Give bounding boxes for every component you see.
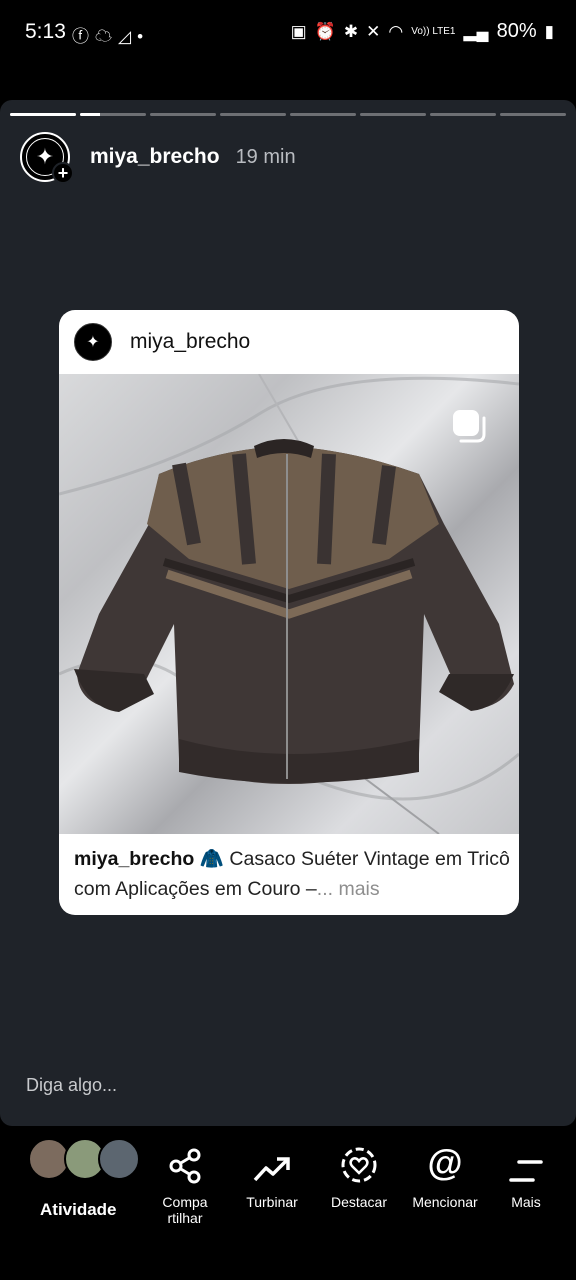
story-time: 19 min [235, 145, 296, 168]
progress-segment [80, 113, 146, 116]
mention-icon: @ [427, 1142, 463, 1183]
viewer-avatars [28, 1138, 140, 1182]
highlight-label: Destacar [330, 1194, 388, 1210]
post-avatar: ✦ [74, 323, 112, 361]
post-image [59, 374, 519, 834]
share-label: Compa rtilhar [162, 1194, 208, 1226]
boost-label: Turbinar [246, 1194, 298, 1210]
boost-button[interactable]: Turbinar [236, 1126, 308, 1210]
post-header: ✦ miya_brecho [59, 310, 519, 374]
caption-username: miya_brecho [74, 848, 195, 870]
alarm-icon: ⏰ [314, 21, 336, 41]
more-button[interactable]: Mais [498, 1126, 554, 1210]
share-icon [169, 1148, 201, 1184]
cloud-icon: ☁ [95, 27, 118, 46]
progress-segment [500, 113, 566, 116]
facebook-icon: ⓕ [72, 27, 95, 46]
reply-input[interactable]: Diga algo... [26, 1075, 117, 1096]
mute-icon: ✕ [366, 21, 381, 41]
system-icons: ▣ ⏰ ✱ ✕ ◠ Vo)) LTE1 ▂▄ 80% ▮ [291, 20, 554, 43]
caption-ellipsis: ... [316, 878, 334, 900]
activity-label: Atividade [40, 1200, 117, 1219]
shared-post-card[interactable]: ✦ miya_brecho miya_brecho 🧥 Casaco Suéte… [59, 310, 519, 915]
status-time: 5:13 [25, 20, 66, 43]
menu-icon [509, 1160, 543, 1182]
mention-button[interactable]: @ Mencionar [405, 1126, 485, 1210]
post-username: miya_brecho [130, 330, 251, 353]
trending-up-icon [253, 1157, 290, 1182]
coat-emoji: 🧥 [199, 848, 225, 870]
progress-segment [10, 113, 76, 116]
signal-question-icon: ◿ [118, 27, 138, 46]
progress-segment [290, 113, 356, 116]
notification-icons: ⓕ☁◿• [72, 22, 149, 47]
more-link[interactable]: mais [333, 878, 379, 900]
status-bar: 5:13 ⓕ☁◿• ▣ ⏰ ✱ ✕ ◠ Vo)) LTE1 ▂▄ 80% ▮ [0, 0, 576, 66]
share-button[interactable]: Compa rtilhar [150, 1126, 220, 1226]
highlight-heart-icon [341, 1147, 377, 1183]
dot-icon: • [137, 27, 150, 46]
battery-level: 80% [496, 20, 537, 42]
multiple-images-icon [453, 410, 486, 443]
progress-segment [430, 113, 496, 116]
bottom-action-bar: Atividade Compa rtilhar Turbinar Destaca… [0, 1126, 576, 1280]
story-viewer[interactable]: ✦ + miya_brecho 19 min ✦ miya_brecho miy… [0, 100, 576, 1126]
bluetooth-icon: ✱ [343, 21, 359, 41]
signal-icon: ▂▄ [463, 21, 489, 41]
story-username[interactable]: miya_brecho [90, 145, 220, 169]
wifi-icon: ◠ [388, 21, 404, 41]
story-header: ✦ + miya_brecho 19 min [20, 130, 296, 184]
progress-segment [150, 113, 216, 116]
sweater-image [59, 374, 519, 834]
mention-label: Mencionar [412, 1194, 478, 1210]
post-caption: miya_brecho 🧥 Casaco Suéter Vintage em T… [74, 844, 514, 904]
story-avatar[interactable]: ✦ + [20, 132, 74, 184]
progress-segment [360, 113, 426, 116]
battery-icon: ▮ [544, 21, 554, 41]
highlight-button[interactable]: Destacar [323, 1126, 395, 1210]
add-icon[interactable]: + [52, 162, 74, 184]
volte-icon: Vo)) LTE1 [411, 25, 456, 37]
avatar [98, 1138, 140, 1180]
progress-segment [220, 113, 286, 116]
more-label: Mais [511, 1194, 541, 1210]
story-progress [10, 113, 566, 117]
alarm-box-icon: ▣ [290, 21, 307, 41]
